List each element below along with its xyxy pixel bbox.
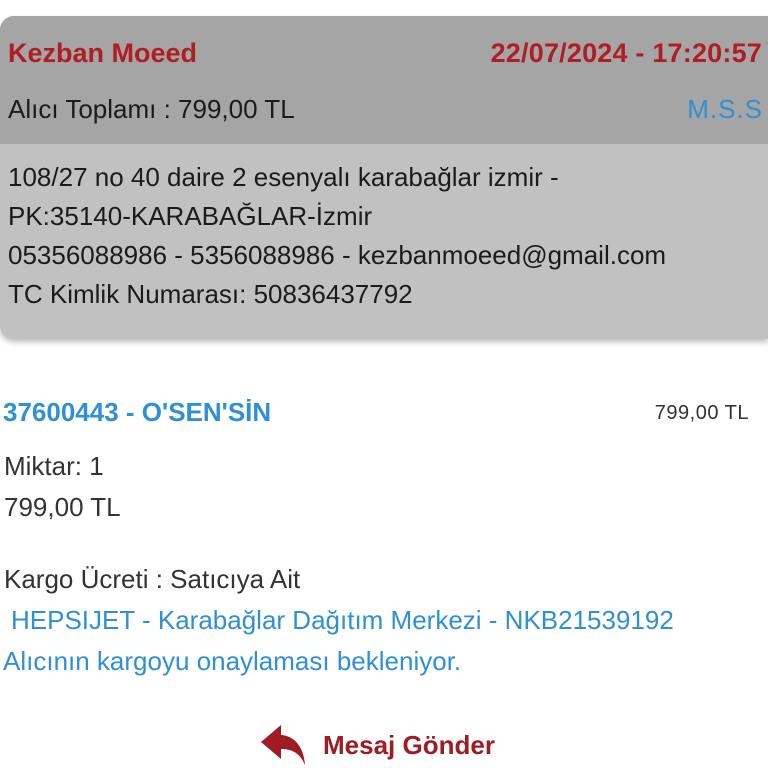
cargo-fee: Kargo Ücreti : Satıcıya Ait [4,564,301,594]
order-card-header: Kezban Moeed 22/07/2024 - 17:20:57 Alıcı… [0,16,768,144]
contact-info: 05356088986 - 5356088986 - kezbanmoeed@g… [8,240,667,270]
address-line-1: 108/27 no 40 daire 2 esenyalı karabağlar… [8,162,559,192]
tc-id-number: TC Kimlik Numarası: 50836437792 [8,279,413,309]
order-detail-page: Kezban Moeed 22/07/2024 - 17:20:57 Alıcı… [0,0,768,768]
unit-price: 799,00 TL [4,492,121,522]
send-message-label: Mesaj Gönder [323,729,495,760]
address-line-2: PK:35140-KARABAĞLAR-İzmir [8,201,373,231]
buyer-total: Alıcı Toplamı : 799,00 TL [8,94,295,124]
mss-link[interactable]: M.S.S [687,94,763,125]
buyer-details: 108/27 no 40 daire 2 esenyalı karabağlar… [0,144,768,314]
reply-arrow-icon [259,723,309,767]
send-message-button[interactable]: Mesaj Gönder [259,720,495,768]
product-price: 799,00 TL [654,402,749,424]
buyer-name: Kezban Moeed [8,38,198,68]
cargo-status: Alıcının kargoyu onaylaması bekleniyor. [3,646,462,676]
product-title-link[interactable]: 37600443 - O'SEN'SİN [3,397,271,428]
order-card: Kezban Moeed 22/07/2024 - 17:20:57 Alıcı… [0,16,768,339]
shipping-tracking-link[interactable]: HEPSIJET - Karabağlar Dağıtım Merkezi - … [11,605,674,636]
quantity: Miktar: 1 [4,451,104,481]
order-datetime: 22/07/2024 - 17:20:57 [490,38,762,68]
